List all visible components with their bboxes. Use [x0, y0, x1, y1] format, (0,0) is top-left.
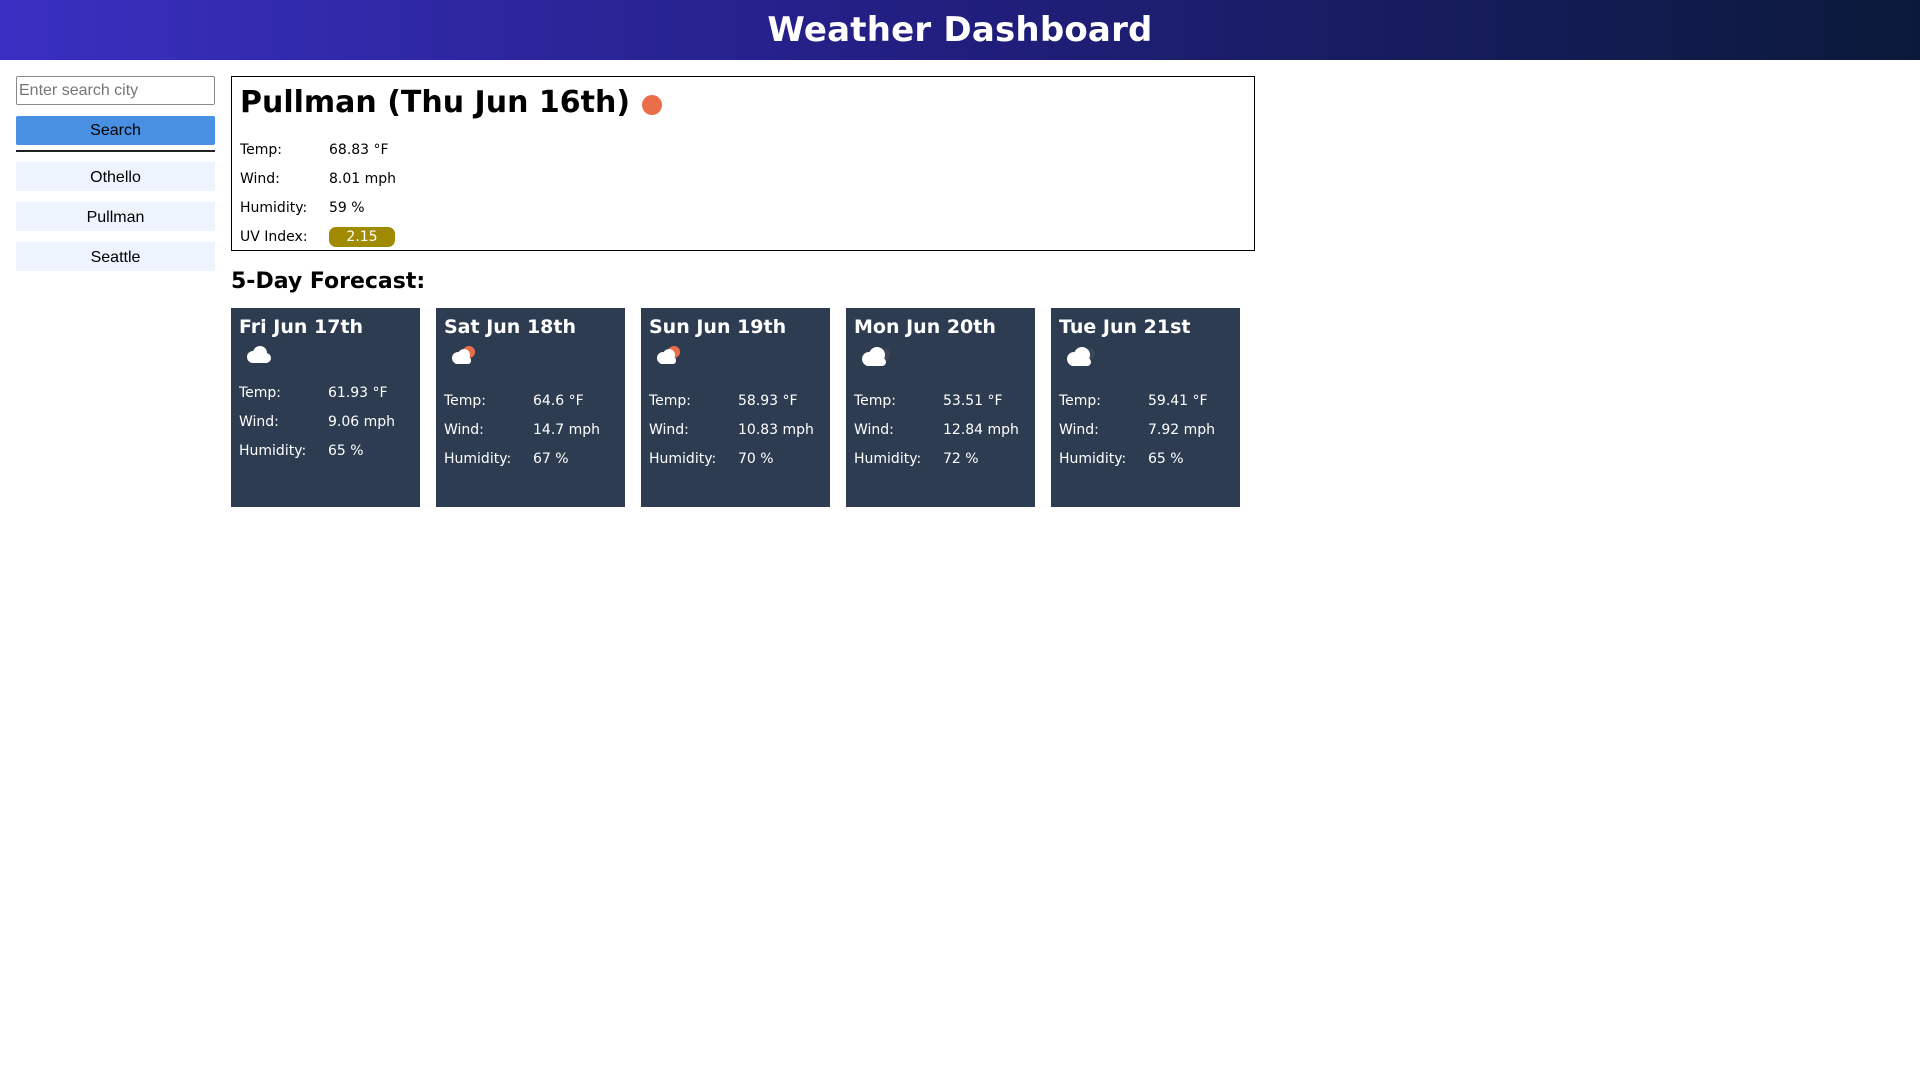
forecast-humidity-row: Humidity: 65 %: [1059, 444, 1232, 473]
forecast-humidity-label: Humidity:: [649, 450, 717, 467]
forecast-wind-row: Wind: 7.92 mph: [1059, 415, 1232, 444]
forecast-heading: 5-Day Forecast:: [231, 269, 426, 294]
overcast-cloud-icon: [1059, 340, 1119, 378]
current-city-date: Pullman (Thu Jun 16th): [240, 85, 631, 120]
partly-cloudy-icon: [444, 340, 504, 378]
forecast-humidity-label: Humidity:: [444, 450, 512, 467]
forecast-wind-label: Wind:: [1059, 421, 1099, 438]
forecast-humidity: 70 %: [738, 450, 774, 467]
search-button[interactable]: Search: [16, 116, 215, 145]
forecast-card-day-5: Tue Jun 21st Temp: 59.41 °F Wind: 7.92 m…: [1051, 308, 1240, 507]
forecast-wind: 14.7 mph: [533, 421, 601, 438]
forecast-wind: 12.84 mph: [943, 421, 1019, 438]
forecast-wind-label: Wind:: [444, 421, 484, 438]
forecast-humidity-row: Humidity: 72 %: [854, 444, 1027, 473]
cloud-icon: [239, 340, 299, 370]
partly-cloudy-icon: [649, 340, 709, 378]
current-temp-row: Temp: 68.83 °F: [240, 135, 1246, 164]
forecast-humidity: 67 %: [533, 450, 569, 467]
forecast-date: Tue Jun 21st: [1059, 316, 1191, 338]
forecast-wind: 10.83 mph: [738, 421, 814, 438]
forecast-humidity-label: Humidity:: [1059, 450, 1127, 467]
forecast-temp-label: Temp:: [1059, 392, 1102, 409]
forecast-stats: Temp: 61.93 °F Wind: 9.06 mph Humidity: …: [239, 378, 412, 465]
forecast-temp: 58.93 °F: [738, 392, 798, 409]
forecast-wind-row: Wind: 9.06 mph: [239, 407, 412, 436]
forecast-wind: 9.06 mph: [328, 413, 396, 430]
forecast-card-day-2: Sat Jun 18th Temp: 64.6 °F Wind: 14.7 mp…: [436, 308, 625, 507]
forecast-wind-row: Wind: 12.84 mph: [854, 415, 1027, 444]
forecast-temp-row: Temp: 58.93 °F: [649, 386, 822, 415]
app-header: Weather Dashboard: [0, 0, 1920, 60]
search-history-list: Othello Pullman Seattle: [16, 162, 215, 271]
overcast-cloud-icon: [854, 340, 914, 378]
wind-value: 8.01 mph: [329, 170, 397, 187]
temp-value: 68.83 °F: [329, 141, 389, 158]
forecast-humidity: 72 %: [943, 450, 979, 467]
forecast-temp-label: Temp:: [649, 392, 692, 409]
forecast-humidity: 65 %: [1148, 450, 1184, 467]
forecast-humidity-row: Humidity: 65 %: [239, 436, 412, 465]
temp-label: Temp:: [240, 141, 283, 158]
forecast-humidity-row: Humidity: 67 %: [444, 444, 617, 473]
uv-index-badge: 2.15: [329, 226, 395, 247]
wind-label: Wind:: [240, 170, 280, 187]
forecast-cards: Fri Jun 17th Temp: 61.93 °F Wind: 9.06 m…: [231, 308, 1240, 507]
forecast-temp-row: Temp: 64.6 °F: [444, 386, 617, 415]
page-title: Weather Dashboard: [767, 10, 1153, 50]
search-sidebar: Search Othello Pullman Seattle: [16, 76, 215, 282]
forecast-wind: 7.92 mph: [1148, 421, 1216, 438]
forecast-date: Fri Jun 17th: [239, 316, 364, 338]
forecast-temp-label: Temp:: [444, 392, 487, 409]
uv-label: UV Index:: [240, 228, 308, 245]
forecast-date: Sun Jun 19th: [649, 316, 787, 338]
forecast-humidity-row: Humidity: 70 %: [649, 444, 822, 473]
history-item-othello[interactable]: Othello: [16, 162, 215, 191]
current-weather-panel: Pullman (Thu Jun 16th) Temp: 68.83 °F Wi…: [231, 76, 1255, 251]
sidebar-divider: [16, 150, 215, 152]
sun-icon: [642, 95, 663, 115]
forecast-temp-row: Temp: 53.51 °F: [854, 386, 1027, 415]
forecast-wind-row: Wind: 14.7 mph: [444, 415, 617, 444]
current-stats: Temp: 68.83 °F Wind: 8.01 mph Humidity: …: [240, 135, 1246, 251]
forecast-humidity-label: Humidity:: [239, 442, 307, 459]
forecast-humidity: 65 %: [328, 442, 364, 459]
forecast-date: Mon Jun 20th: [854, 316, 996, 338]
forecast-card-day-3: Sun Jun 19th Temp: 58.93 °F Wind: 10.83 …: [641, 308, 830, 507]
current-uv-row: UV Index: 2.15: [240, 222, 1246, 251]
search-input[interactable]: [16, 76, 215, 105]
forecast-temp-row: Temp: 59.41 °F: [1059, 386, 1232, 415]
forecast-temp: 59.41 °F: [1148, 392, 1208, 409]
current-weather-title: Pullman (Thu Jun 16th): [240, 83, 1246, 123]
forecast-wind-label: Wind:: [649, 421, 689, 438]
history-item-pullman[interactable]: Pullman: [16, 202, 215, 231]
forecast-wind-label: Wind:: [854, 421, 894, 438]
current-humidity-row: Humidity: 59 %: [240, 193, 1246, 222]
forecast-card-day-4: Mon Jun 20th Temp: 53.51 °F Wind: 12.84 …: [846, 308, 1035, 507]
current-wind-row: Wind: 8.01 mph: [240, 164, 1246, 193]
humidity-label: Humidity:: [240, 199, 308, 216]
forecast-temp: 53.51 °F: [943, 392, 1003, 409]
forecast-wind-row: Wind: 10.83 mph: [649, 415, 822, 444]
humidity-value: 59 %: [329, 199, 365, 216]
forecast-temp-row: Temp: 61.93 °F: [239, 378, 412, 407]
forecast-temp: 61.93 °F: [328, 384, 388, 401]
forecast-stats: Temp: 53.51 °F Wind: 12.84 mph Humidity:…: [854, 386, 1027, 473]
forecast-humidity-label: Humidity:: [854, 450, 922, 467]
forecast-stats: Temp: 59.41 °F Wind: 7.92 mph Humidity: …: [1059, 386, 1232, 473]
history-item-seattle[interactable]: Seattle: [16, 242, 215, 271]
forecast-wind-label: Wind:: [239, 413, 279, 430]
forecast-date: Sat Jun 18th: [444, 316, 576, 338]
forecast-stats: Temp: 58.93 °F Wind: 10.83 mph Humidity:…: [649, 386, 822, 473]
forecast-temp-label: Temp:: [239, 384, 282, 401]
forecast-temp: 64.6 °F: [533, 392, 584, 409]
forecast-temp-label: Temp:: [854, 392, 897, 409]
forecast-stats: Temp: 64.6 °F Wind: 14.7 mph Humidity: 6…: [444, 386, 617, 473]
forecast-card-day-1: Fri Jun 17th Temp: 61.93 °F Wind: 9.06 m…: [231, 308, 420, 507]
